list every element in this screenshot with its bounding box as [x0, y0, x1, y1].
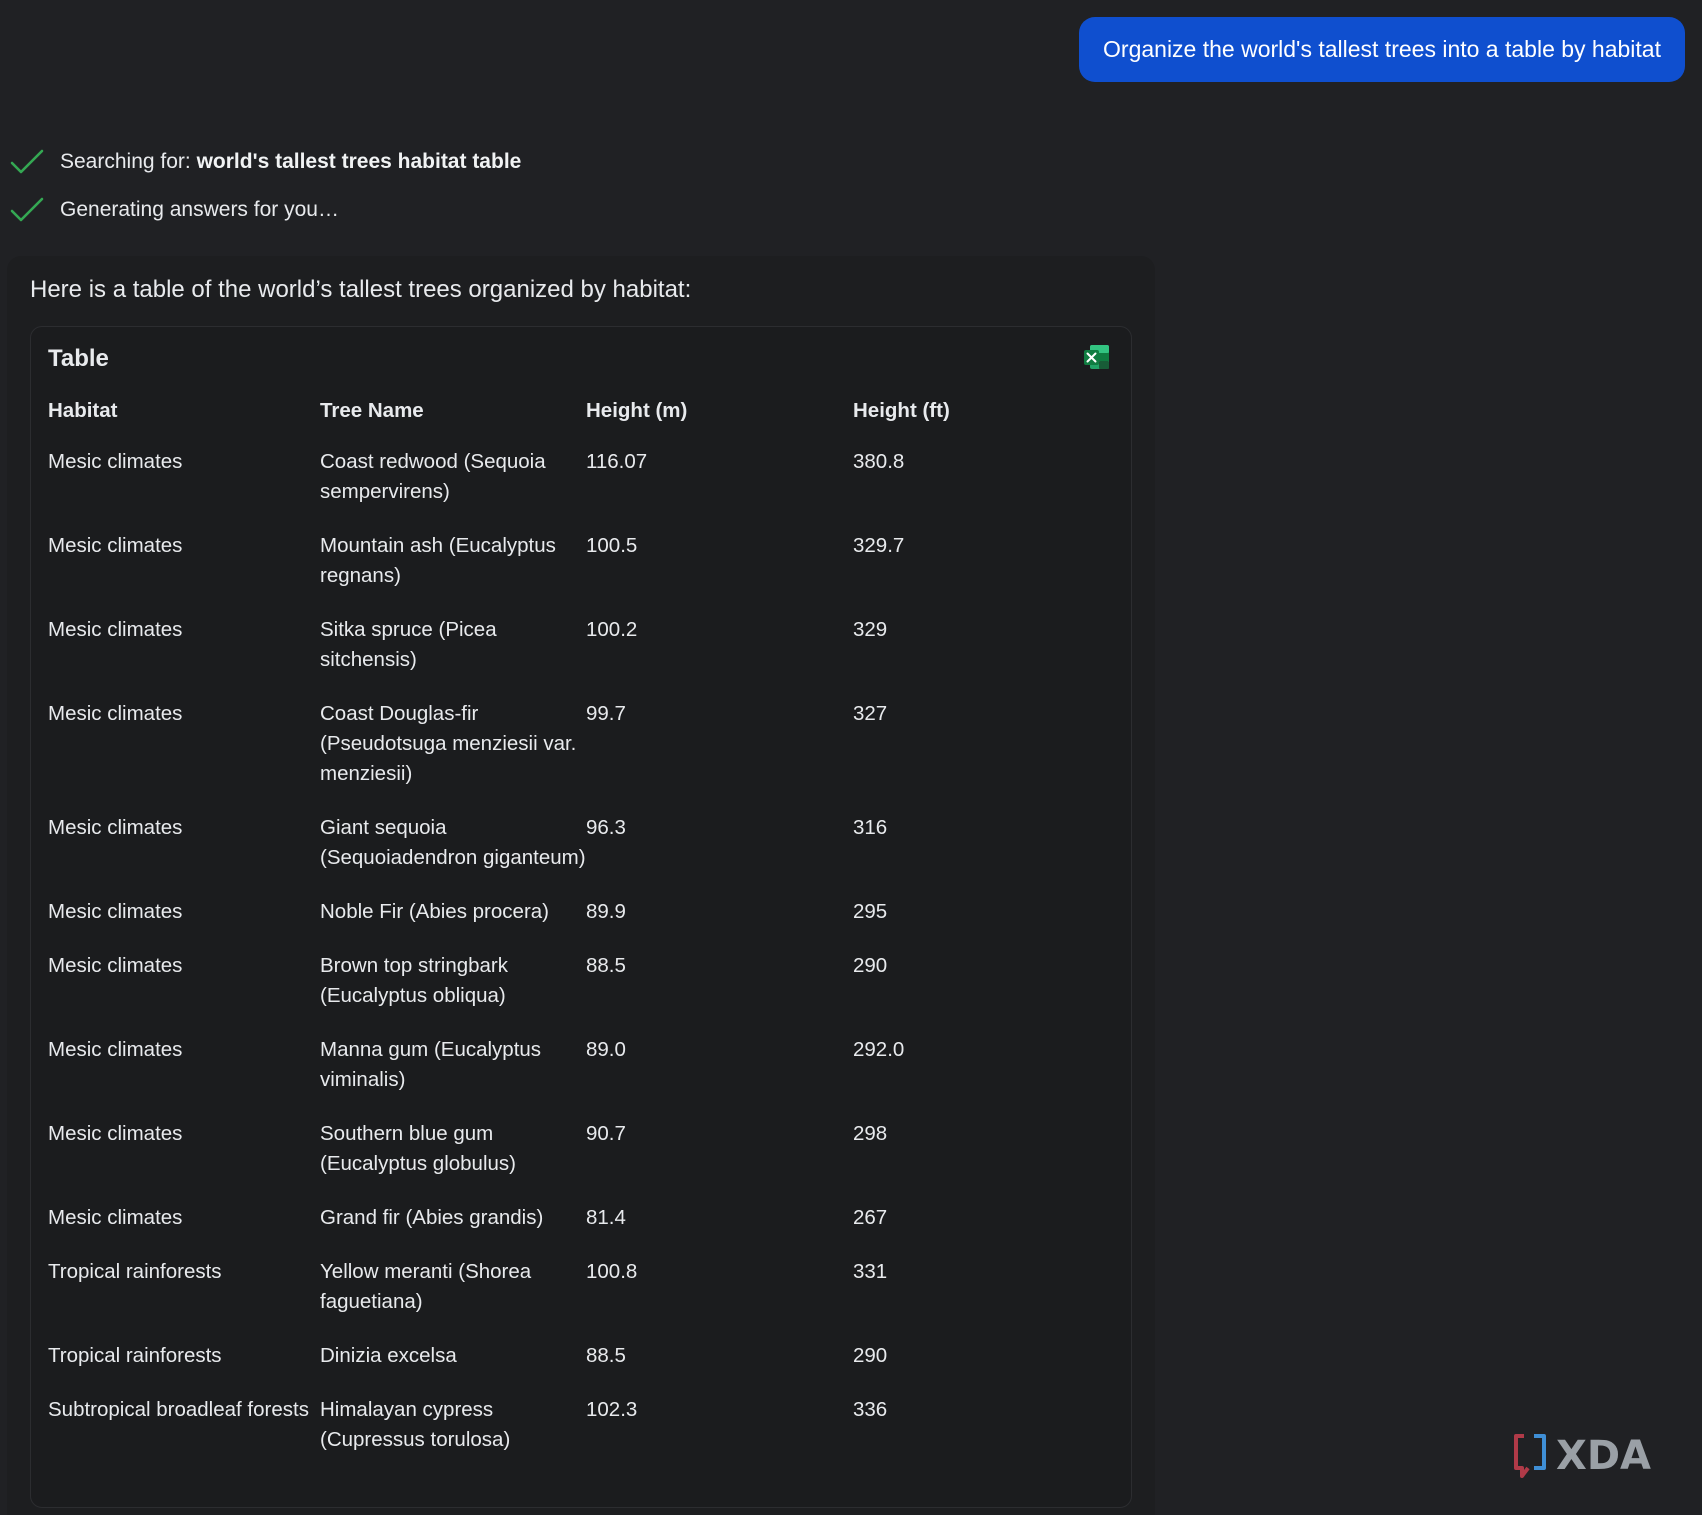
column-header-height-ft: Height (ft)	[853, 399, 950, 422]
cell-habitat: Mesic climates	[48, 702, 183, 725]
cell-height-ft: 316	[853, 816, 888, 839]
answer-intro: Here is a table of the world’s tallest t…	[30, 276, 692, 303]
cell-height-ft: 329.7	[853, 534, 905, 557]
table-header-row: Habitat Tree Name Height (m) Height (ft)	[48, 399, 1113, 447]
cell-habitat: Tropical rainforests	[48, 1260, 222, 1283]
cell-height-m: 88.5	[586, 954, 626, 977]
cell-height-ft: 290	[853, 1344, 888, 1367]
table-row: Mesic climates Southern blue gum (Eucaly…	[48, 1119, 1113, 1203]
cell-height-m: 102.3	[586, 1398, 638, 1421]
table-row: Subtropical broadleaf forests Himalayan …	[48, 1395, 1113, 1479]
cell-height-m: 99.7	[586, 702, 626, 725]
cell-habitat: Subtropical broadleaf forests	[48, 1398, 309, 1421]
table-row: Mesic climates Grand fir (Abies grandis)…	[48, 1203, 1113, 1257]
status-searching: Searching for: world's tallest trees hab…	[10, 148, 521, 176]
cell-height-ft: 336	[853, 1398, 888, 1421]
table-row: Mesic climates Noble Fir (Abies procera)…	[48, 897, 1113, 951]
cell-habitat: Mesic climates	[48, 900, 183, 923]
cell-habitat: Mesic climates	[48, 1038, 183, 1061]
cell-height-m: 116.07	[586, 450, 648, 473]
cell-tree-name: Yellow meranti (Shorea faguetiana)	[320, 1260, 532, 1313]
table-row: Mesic climates Coast redwood (Sequoia se…	[48, 447, 1113, 531]
excel-icon[interactable]	[1083, 343, 1111, 371]
table-row: Mesic climates Giant sequoia (Sequoiaden…	[48, 813, 1113, 897]
table-row: Mesic climates Coast Douglas-fir (Pseudo…	[48, 699, 1113, 813]
cell-tree-name: Himalayan cypress (Cupressus torulosa)	[320, 1398, 511, 1451]
cell-height-m: 89.0	[586, 1038, 626, 1061]
cell-height-ft: 295	[853, 900, 888, 923]
cell-height-ft: 267	[853, 1206, 888, 1229]
cell-height-m: 100.2	[586, 618, 638, 641]
chat-page: Organize the world's tallest trees into …	[0, 0, 1702, 1515]
cell-habitat: Mesic climates	[48, 450, 183, 473]
cell-height-m: 88.5	[586, 1344, 626, 1367]
check-icon	[10, 148, 44, 176]
cell-habitat: Mesic climates	[48, 618, 183, 641]
cell-tree-name: Giant sequoia (Sequoiadendron giganteum)	[320, 816, 586, 869]
cell-height-m: 90.7	[586, 1122, 626, 1145]
table-row: Tropical rainforests Yellow meranti (Sho…	[48, 1257, 1113, 1341]
cell-tree-name: Coast Douglas-fir (Pseudotsuga menziesii…	[320, 702, 577, 785]
cell-tree-name: Manna gum (Eucalyptus viminalis)	[320, 1038, 542, 1091]
cell-height-ft: 380.8	[853, 450, 905, 473]
cell-habitat: Mesic climates	[48, 1122, 183, 1145]
xda-watermark-logo: XDA	[1512, 1432, 1670, 1480]
cell-height-ft: 329	[853, 618, 888, 641]
cell-tree-name: Sitka spruce (Picea sitchensis)	[320, 618, 497, 671]
cell-habitat: Mesic climates	[48, 1206, 183, 1229]
table-row: Tropical rainforests Dinizia excelsa 88.…	[48, 1341, 1113, 1395]
table-row: Mesic climates Brown top stringbark (Euc…	[48, 951, 1113, 1035]
table-row: Mesic climates Manna gum (Eucalyptus vim…	[48, 1035, 1113, 1119]
cell-height-ft: 298	[853, 1122, 888, 1145]
cell-height-ft: 327	[853, 702, 888, 725]
table-row: Mesic climates Mountain ash (Eucalyptus …	[48, 531, 1113, 615]
user-message-bubble: Organize the world's tallest trees into …	[1079, 17, 1685, 82]
status-search-query: world's tallest trees habitat table	[196, 150, 522, 173]
column-header-habitat: Habitat	[48, 399, 118, 422]
cell-height-ft: 290	[853, 954, 888, 977]
cell-tree-name: Noble Fir (Abies procera)	[320, 900, 549, 923]
cell-habitat: Mesic climates	[48, 816, 183, 839]
cell-height-m: 89.9	[586, 900, 626, 923]
check-icon	[10, 196, 44, 224]
status-generating-text: Generating answers for you…	[60, 198, 339, 221]
status-generating: Generating answers for you…	[10, 196, 339, 224]
status-searching-prefix: Searching for:	[60, 150, 197, 173]
cell-height-m: 100.5	[586, 534, 638, 557]
cell-tree-name: Coast redwood (Sequoia sempervirens)	[320, 450, 546, 503]
tallest-trees-table: Habitat Tree Name Height (m) Height (ft)…	[48, 399, 1113, 1479]
cell-height-ft: 331	[853, 1260, 888, 1283]
cell-height-m: 100.8	[586, 1260, 638, 1283]
column-header-height-m: Height (m)	[586, 399, 688, 422]
cell-tree-name: Grand fir (Abies grandis)	[320, 1206, 544, 1229]
cell-tree-name: Southern blue gum (Eucalyptus globulus)	[320, 1122, 516, 1175]
cell-habitat: Mesic climates	[48, 534, 183, 557]
cell-tree-name: Dinizia excelsa	[320, 1344, 457, 1367]
cell-height-m: 96.3	[586, 816, 626, 839]
cell-tree-name: Brown top stringbark (Eucalyptus obliqua…	[320, 954, 509, 1007]
cell-habitat: Tropical rainforests	[48, 1344, 222, 1367]
table-title: Table	[48, 345, 109, 372]
table-row: Mesic climates Sitka spruce (Picea sitch…	[48, 615, 1113, 699]
answer-card: Here is a table of the world’s tallest t…	[7, 256, 1155, 1515]
column-header-tree-name: Tree Name	[320, 399, 424, 422]
cell-habitat: Mesic climates	[48, 954, 183, 977]
cell-tree-name: Mountain ash (Eucalyptus regnans)	[320, 534, 556, 587]
user-message-text: Organize the world's tallest trees into …	[1103, 36, 1661, 62]
cell-height-ft: 292.0	[853, 1038, 905, 1061]
table-card: Table Habitat Tree Name Height (m) Heigh…	[30, 326, 1132, 1508]
xda-watermark-text: XDA	[1556, 1433, 1651, 1479]
cell-height-m: 81.4	[586, 1206, 626, 1229]
